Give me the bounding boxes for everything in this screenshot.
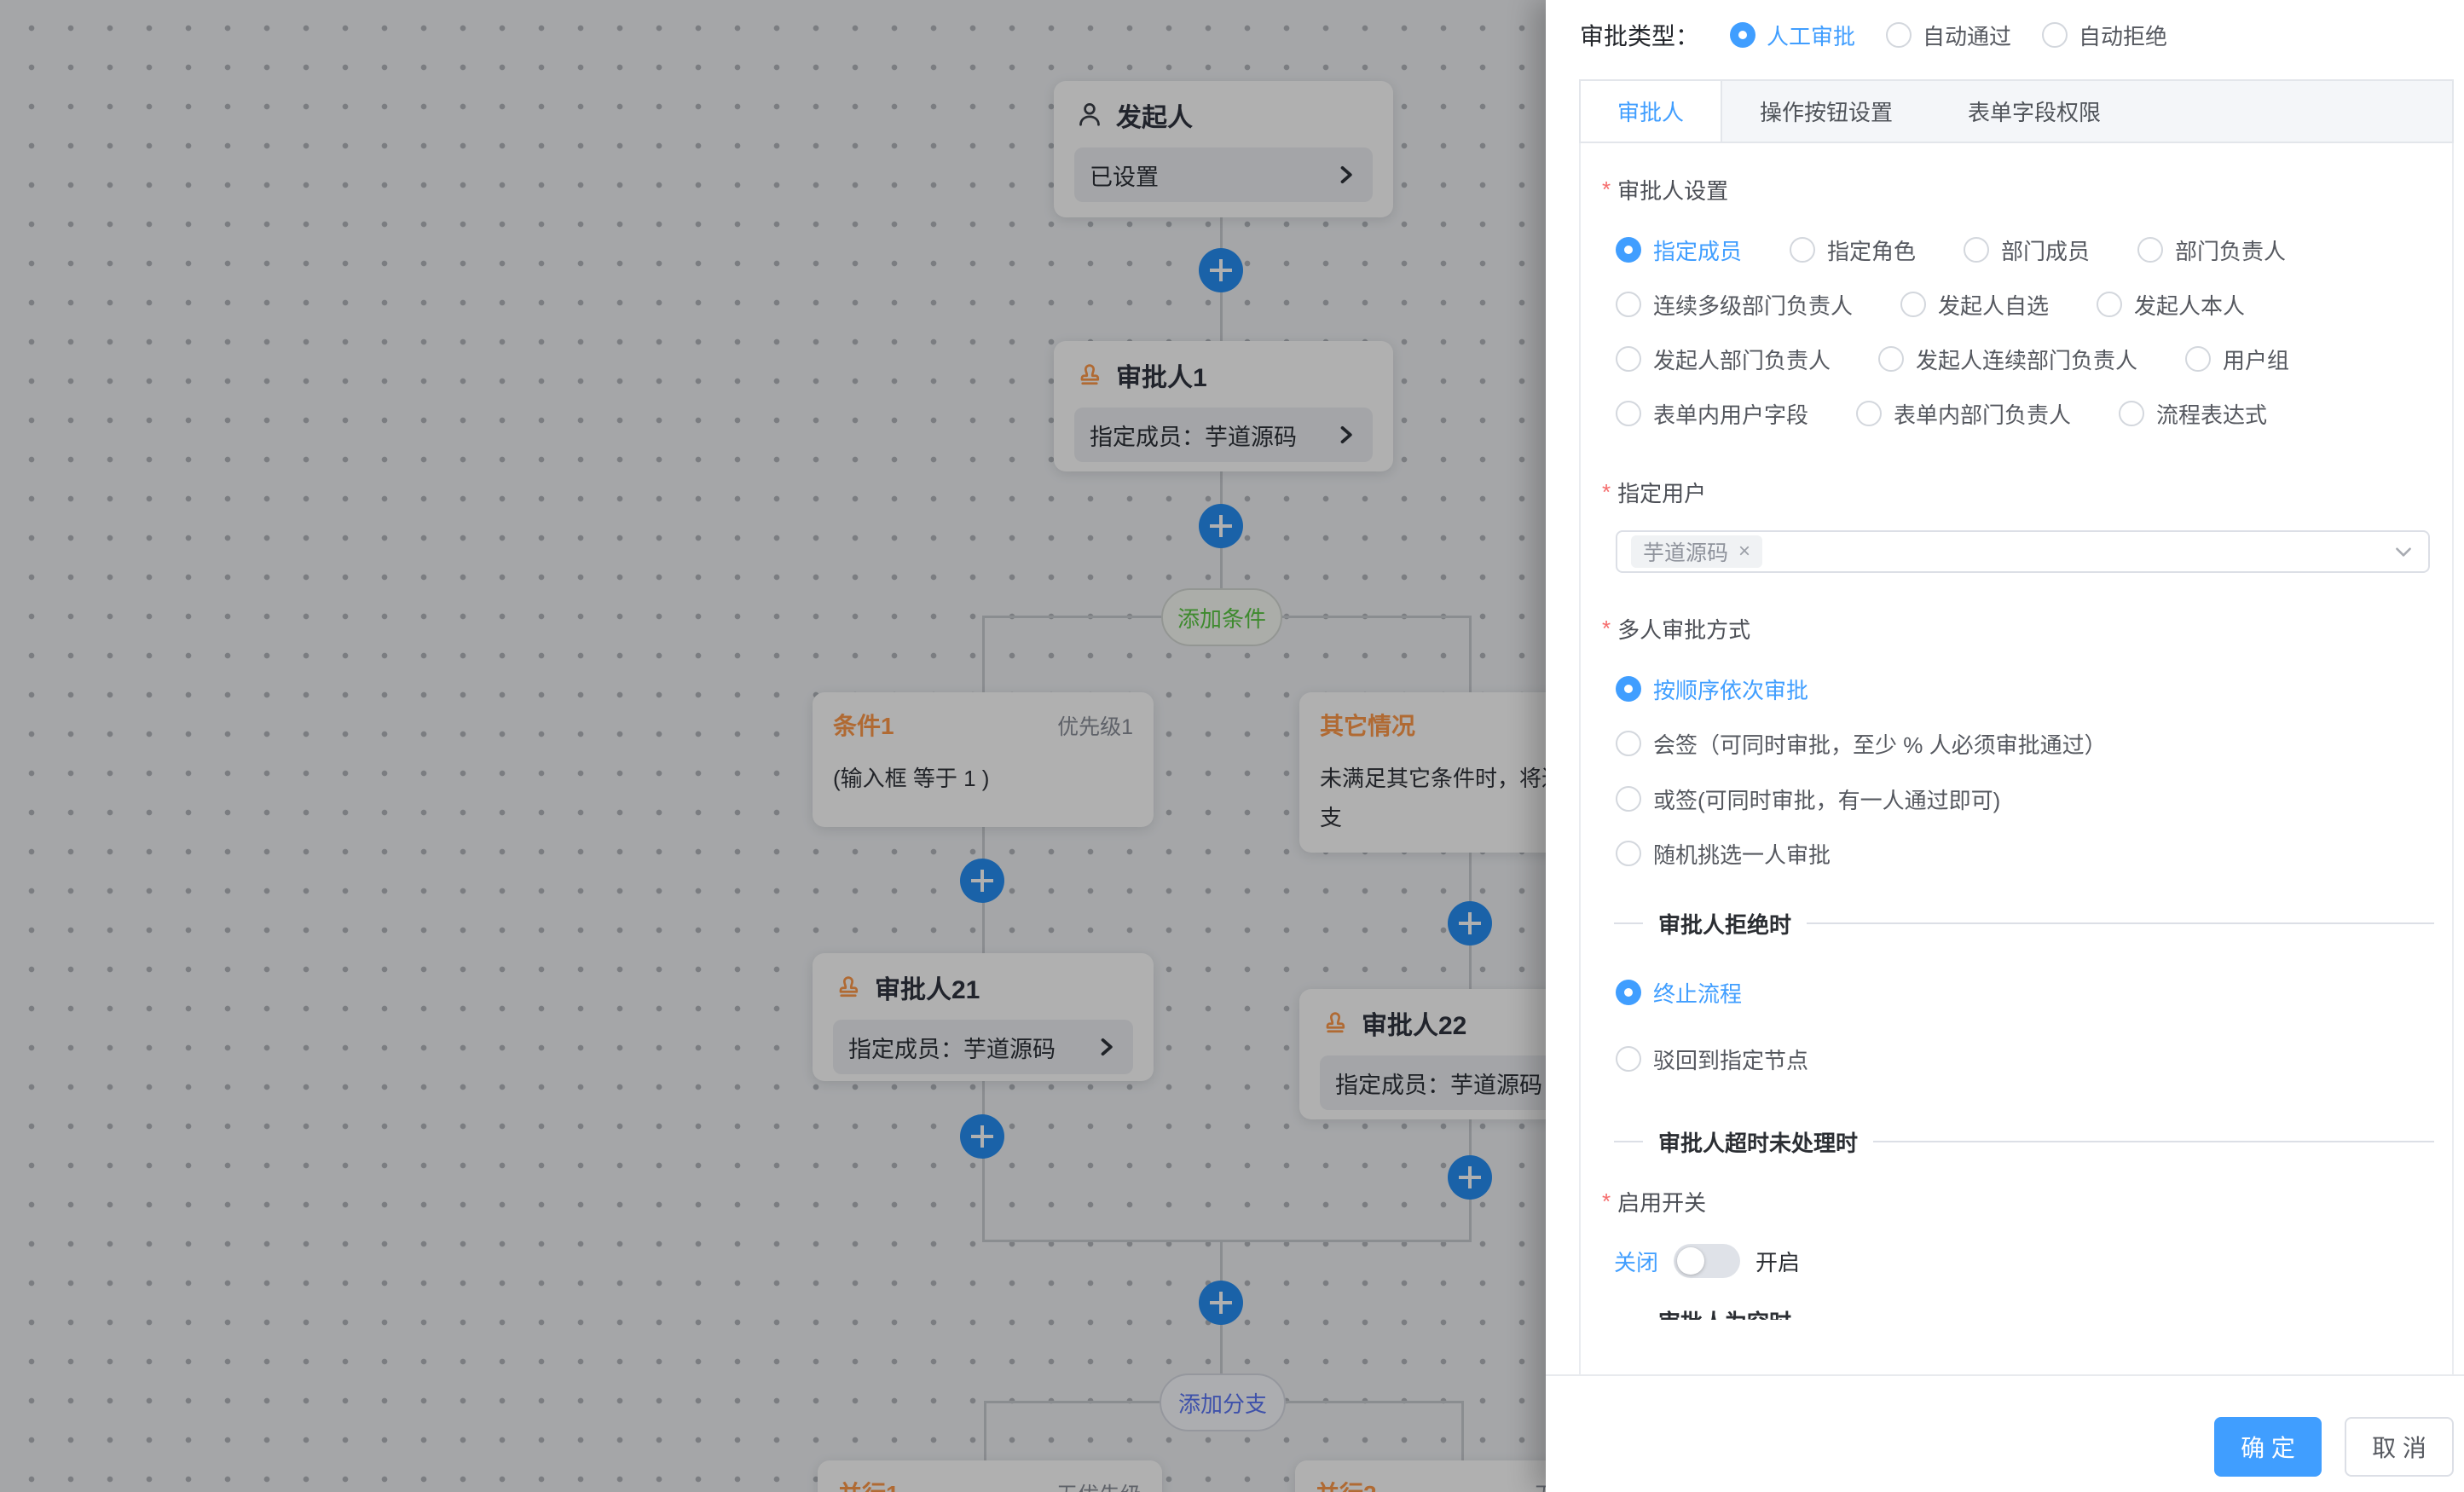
radio-orsign[interactable]: 或签(可同时审批，有一人通过即可) xyxy=(1616,784,2000,815)
timeout-switch-row: 关闭 开启 xyxy=(1614,1241,1800,1281)
radio-icon xyxy=(1616,731,1641,756)
radio-user-group[interactable]: 用户组 xyxy=(2185,344,2289,375)
radio-icon xyxy=(1886,22,1912,48)
radio-initiator-self[interactable]: 发起人本人 xyxy=(2097,289,2245,321)
radio-icon xyxy=(1616,237,1641,263)
workflow-designer: 发起人 已设置 审批人1 指定成员：芋道源码 添加条件 xyxy=(0,0,2464,1492)
tabbox-border-right xyxy=(2452,143,2454,1374)
radio-initiator-choose[interactable]: 发起人自选 xyxy=(1900,289,2049,321)
radio-icon xyxy=(1616,676,1641,702)
switch-off-label: 关闭 xyxy=(1614,1246,1658,1277)
required-mark: * xyxy=(1602,176,1611,203)
reject-section-divider: 审批人拒绝时 xyxy=(1614,911,2434,936)
radio-icon xyxy=(2097,292,2122,317)
section-title: 审批人拒绝时 xyxy=(1658,908,1791,940)
required-mark: * xyxy=(1602,479,1611,506)
radio-auto-pass[interactable]: 自动通过 xyxy=(1886,20,2011,51)
user-tag: 芋道源码 × xyxy=(1631,535,1762,568)
radio-icon xyxy=(1616,401,1641,426)
radio-icon xyxy=(2119,401,2144,426)
cancel-button[interactable]: 取 消 xyxy=(2345,1417,2454,1477)
radio-terminate-process[interactable]: 终止流程 xyxy=(1616,977,1742,1009)
radio-label: 自动通过 xyxy=(1923,20,2011,51)
radio-label: 人工审批 xyxy=(1767,20,1855,51)
approval-type-row: 审批类型： 人工审批 自动通过 自动拒绝 xyxy=(1580,10,2167,60)
radio-assigned-role[interactable]: 指定角色 xyxy=(1790,234,1916,266)
approval-type-label: 审批类型： xyxy=(1580,18,1699,52)
radio-icon xyxy=(1616,346,1641,372)
radio-icon xyxy=(1790,237,1815,263)
radio-assigned-member[interactable]: 指定成员 xyxy=(1616,234,1742,266)
user-tag-label: 芋道源码 xyxy=(1643,536,1728,567)
toggle-knob xyxy=(1677,1247,1704,1275)
radio-icon xyxy=(2137,237,2163,263)
radio-multi-level-dept-leader[interactable]: 连续多级部门负责人 xyxy=(1616,289,1853,321)
radio-countersign[interactable]: 会签（可同时审批，至少 % 人必须审批通过） xyxy=(1616,728,2107,760)
radio-random-one[interactable]: 随机挑选一人审批 xyxy=(1616,838,1831,870)
required-mark: * xyxy=(1602,616,1611,642)
reject-option: 终止流程 xyxy=(1616,975,1790,1009)
radio-icon xyxy=(1616,1046,1641,1072)
radio-icon xyxy=(1616,786,1641,812)
radio-manual-approve[interactable]: 人工审批 xyxy=(1730,20,1855,51)
section-title: 审批人超时未处理时 xyxy=(1658,1126,1858,1158)
radio-sequential[interactable]: 按顺序依次审批 xyxy=(1616,674,1808,705)
footer-divider xyxy=(1546,1374,2464,1376)
radio-form-user-field[interactable]: 表单内用户字段 xyxy=(1616,398,1808,430)
radio-icon xyxy=(1878,346,1904,372)
multi-approve-option: 按顺序依次审批 xyxy=(1616,672,1856,706)
radio-icon xyxy=(1616,841,1641,866)
approver-option-row: 指定成员 指定角色 部门成员 部门负责人 xyxy=(1616,233,2334,267)
switch-on-label: 开启 xyxy=(1755,1246,1800,1277)
radio-return-to-node[interactable]: 驳回到指定节点 xyxy=(1616,1044,1808,1075)
radio-auto-reject[interactable]: 自动拒绝 xyxy=(2042,20,2167,51)
radio-icon xyxy=(2185,346,2211,372)
enable-switch-label: * 启用开关 xyxy=(1602,1186,1706,1217)
settings-tabbar: 审批人 操作按钮设置 表单字段权限 xyxy=(1579,79,2454,143)
reject-option: 驳回到指定节点 xyxy=(1616,1042,1856,1076)
radio-process-expression[interactable]: 流程表达式 xyxy=(2119,398,2267,430)
required-mark: * xyxy=(1602,1188,1611,1215)
radio-form-dept-leader[interactable]: 表单内部门负责人 xyxy=(1856,398,2071,430)
drawer-mask[interactable] xyxy=(0,0,1546,1492)
assigned-user-label: * 指定用户 xyxy=(1602,477,1706,507)
assigned-user-select[interactable]: 芋道源码 × xyxy=(1616,530,2430,573)
radio-icon xyxy=(1616,980,1641,1005)
radio-dept-leader[interactable]: 部门负责人 xyxy=(2137,234,2286,266)
radio-dept-member[interactable]: 部门成员 xyxy=(1964,234,2090,266)
radio-icon xyxy=(1616,292,1641,317)
approver-option-row: 表单内用户字段 表单内部门负责人 流程表达式 xyxy=(1616,396,2315,431)
remove-tag-icon[interactable]: × xyxy=(1738,540,1750,564)
timeout-section-divider: 审批人超时未处理时 xyxy=(1614,1129,2434,1154)
section-title: 审批人为空时 xyxy=(1658,1305,1791,1321)
tabbox-border-left xyxy=(1579,143,1581,1374)
tab-button-settings[interactable]: 操作按钮设置 xyxy=(1722,81,1930,142)
tab-approver[interactable]: 审批人 xyxy=(1581,81,1722,142)
radio-icon xyxy=(1964,237,1989,263)
radio-icon xyxy=(1730,22,1755,48)
multi-approve-option: 随机挑选一人审批 xyxy=(1616,836,1878,870)
tab-form-field-permission[interactable]: 表单字段权限 xyxy=(1930,81,2138,142)
timeout-toggle[interactable] xyxy=(1674,1244,1740,1278)
multi-approve-label: * 多人审批方式 xyxy=(1602,613,1750,644)
radio-icon xyxy=(2042,22,2068,48)
chevron-down-icon xyxy=(2392,541,2415,563)
multi-approve-option: 或签(可同时审批，有一人通过即可) xyxy=(1616,782,2048,816)
approver-option-row: 发起人部门负责人 发起人连续部门负责人 用户组 xyxy=(1616,342,2337,376)
radio-initiator-multi-dept-leader[interactable]: 发起人连续部门负责人 xyxy=(1878,344,2137,375)
confirm-button[interactable]: 确 定 xyxy=(2214,1417,2322,1477)
multi-approve-option: 会签（可同时审批，至少 % 人必须审批通过） xyxy=(1616,726,2155,760)
approver-option-row: 连续多级部门负责人 发起人自选 发起人本人 xyxy=(1616,287,2293,321)
empty-section-divider: 审批人为空时 xyxy=(1614,1308,2434,1320)
approver-settings-drawer: 审批类型： 人工审批 自动通过 自动拒绝 审批人 操作按钮设置 表单字段权限 * xyxy=(1546,0,2464,1492)
radio-label: 自动拒绝 xyxy=(2079,20,2167,51)
approver-setting-label: * 审批人设置 xyxy=(1602,174,1728,205)
radio-icon xyxy=(1856,401,1882,426)
radio-initiator-dept-leader[interactable]: 发起人部门负责人 xyxy=(1616,344,1831,375)
radio-icon xyxy=(1900,292,1926,317)
scroll-clip: 审批人为空时 xyxy=(1546,1303,2464,1320)
